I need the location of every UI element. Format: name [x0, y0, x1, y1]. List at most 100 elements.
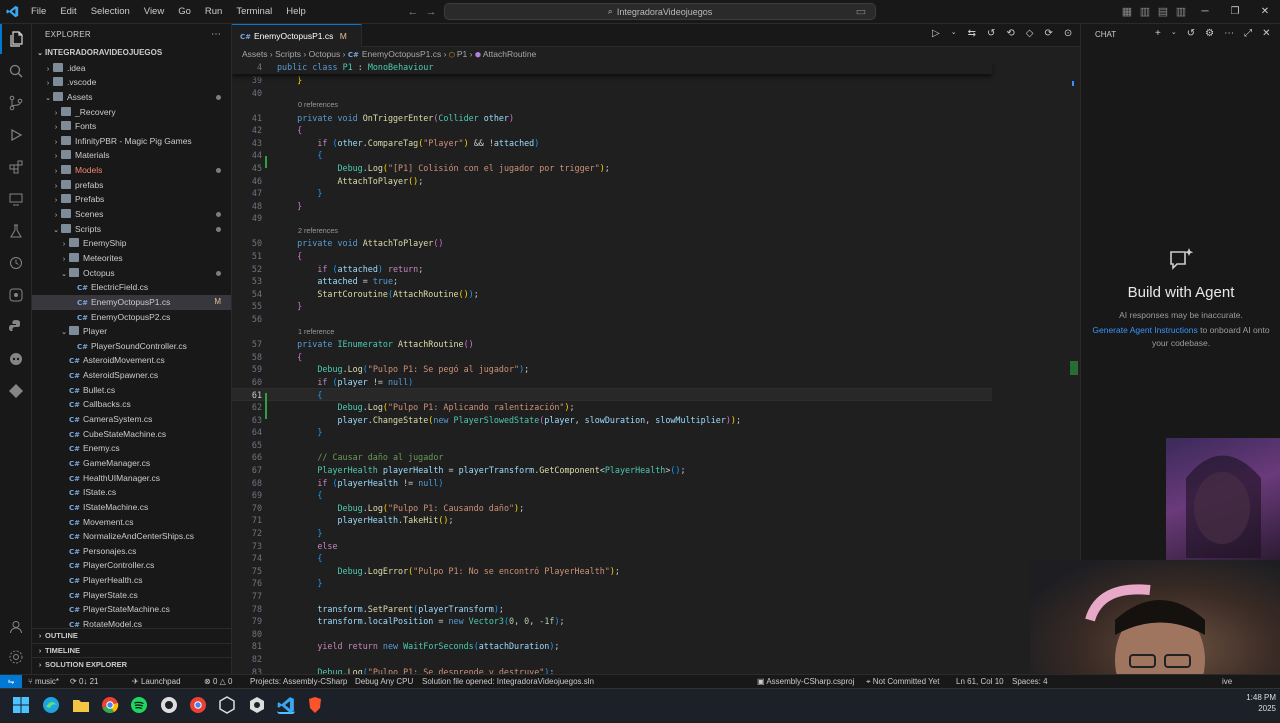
previous-change-icon[interactable]: ⟲ [1006, 28, 1014, 39]
file-item[interactable]: C# IStateMachine.cs [32, 500, 231, 515]
close-window-button[interactable]: ✕ [1250, 0, 1280, 24]
folder-item[interactable]: › _Recovery [32, 105, 231, 120]
run-icon[interactable]: ▷ [932, 28, 940, 39]
code-line[interactable]: 79 transform.localPosition = new Vector3… [232, 615, 992, 628]
explorer-files-icon[interactable] [0, 24, 32, 54]
git-history-icon[interactable] [0, 248, 32, 278]
maximize-panel-icon[interactable]: ⤢ [1244, 28, 1252, 39]
solution-explorer-section[interactable]: › SOLUTION EXPLORER [32, 657, 231, 672]
menu-selection[interactable]: Selection [84, 0, 137, 24]
revert-icon[interactable]: ↺ [987, 28, 995, 39]
testing-flask-icon[interactable] [0, 216, 32, 246]
code-line[interactable]: 70 Debug.Log("Pulpo P1: Causando daño"); [232, 502, 992, 515]
code-line[interactable]: 54 StartCoroutine(AttachRoutine()); [232, 288, 992, 301]
toggle-panel-icon[interactable]: ▤ [1154, 3, 1172, 21]
chevron-down-icon[interactable]: ⌄ [1171, 28, 1177, 39]
code-line[interactable]: 49 [232, 212, 992, 225]
folder-item[interactable]: › Scenes [32, 207, 231, 222]
code-line[interactable]: 48 } [232, 200, 992, 213]
code-line[interactable]: 81 yield return new WaitForSeconds(attac… [232, 640, 992, 653]
toggle-primary-sidebar-icon[interactable]: ▥ [1136, 3, 1154, 21]
code-line[interactable]: 52 if (attached) return; [232, 263, 992, 276]
code-line[interactable]: 50 private void AttachToPlayer() [232, 237, 992, 250]
code-line[interactable]: 61 { [232, 388, 992, 401]
projects-indicator[interactable]: Projects: Assembly-CSharp [250, 675, 347, 689]
folder-item[interactable]: › EnemyShip [32, 236, 231, 251]
search-icon[interactable] [0, 56, 32, 86]
vscode-taskbar-icon[interactable] [277, 696, 295, 714]
folder-item[interactable]: › Materials [32, 148, 231, 163]
code-line[interactable]: 53 attached = true; [232, 275, 992, 288]
outline-section[interactable]: › OUTLINE [32, 628, 231, 643]
sync-indicator[interactable]: ⟳ 0↓ 21 [70, 675, 99, 689]
breadcrumb-item[interactable]: AttachRoutine [483, 49, 536, 59]
code-line[interactable]: 39 } [232, 74, 992, 87]
code-line[interactable]: 77 [232, 590, 992, 603]
code-line[interactable]: 47 } [232, 187, 992, 200]
folder-item[interactable]: › InfinityPBR - Magic Pig Games [32, 134, 231, 149]
explorer-root-folder[interactable]: ⌄ INTEGRADORAVIDEOJUEGOS [32, 46, 231, 61]
maximize-button[interactable]: ❐ [1220, 0, 1250, 24]
file-item[interactable]: C# Callbacks.cs [32, 397, 231, 412]
menu-file[interactable]: File [24, 0, 53, 24]
new-chat-icon[interactable]: + [1155, 28, 1161, 39]
menu-help[interactable]: Help [279, 0, 313, 24]
file-item[interactable]: C# CubeStateMachine.cs [32, 427, 231, 442]
tab-enemyoctopusp1[interactable]: C#EnemyOctopusP1.cs M ✕ [232, 24, 362, 64]
blame-indicator[interactable]: ⌖ Not Committed Yet [866, 675, 939, 689]
remote-explorer-icon[interactable] [0, 184, 32, 214]
source-control-icon[interactable] [0, 88, 32, 118]
code-editor[interactable]: 4 public class P1 : MonoBehaviour 39 } 40 0… [232, 61, 1080, 674]
python-icon[interactable] [0, 312, 32, 342]
menu-view[interactable]: View [137, 0, 171, 24]
file-item[interactable]: C# PlayerController.cs [32, 558, 231, 573]
code-line[interactable]: 66 // Causar daño al jugador [232, 451, 992, 464]
folder-item[interactable]: › .vscode [32, 75, 231, 90]
menu-edit[interactable]: Edit [53, 0, 83, 24]
code-line[interactable]: 46 AttachToPlayer(); [232, 175, 992, 188]
file-item[interactable]: C# AsteroidSpawner.cs [32, 368, 231, 383]
code-line[interactable]: 60 if (player != null) [232, 376, 992, 389]
code-line[interactable]: 62 Debug.Log("Pulpo P1: Aplicando ralent… [232, 401, 992, 414]
chrome-profile-icon[interactable] [189, 696, 207, 714]
brave-icon[interactable] [306, 696, 324, 714]
problems-indicator[interactable]: ⊗ 0 △ 0 [204, 675, 232, 689]
csproj-indicator[interactable]: ▣ Assembly-CSharp.csproj [757, 675, 854, 689]
code-line[interactable]: 75 Debug.LogError("Pulpo P1: No se encon… [232, 565, 992, 578]
spotify-icon[interactable] [130, 696, 148, 714]
command-center-search[interactable]: ⌕ IntegradoraVideojuegos [444, 3, 876, 20]
status-item-partial[interactable]: ive [1222, 675, 1232, 689]
accounts-icon[interactable] [0, 612, 32, 642]
file-explorer-icon[interactable] [72, 696, 90, 714]
code-line[interactable]: 72 } [232, 527, 992, 540]
minimize-button[interactable]: ─ [1190, 0, 1220, 24]
file-item[interactable]: C# ElectricField.cs [32, 280, 231, 295]
copilot-icon[interactable] [0, 344, 32, 374]
breadcrumb-item[interactable]: Octopus [309, 49, 341, 59]
file-item[interactable]: C# Movement.cs [32, 515, 231, 530]
forward-arrow-icon[interactable]: → [422, 3, 440, 21]
folder-item[interactable]: › Fonts [32, 119, 231, 134]
code-line[interactable]: 82 [232, 653, 992, 666]
file-item[interactable]: C# EnemyOctopusP2.cs [32, 310, 231, 325]
code-line[interactable]: 64 } [232, 426, 992, 439]
gitlens-icon[interactable] [0, 376, 32, 406]
breadcrumb-item[interactable]: P1 [457, 49, 467, 59]
folder-item[interactable]: › Models [32, 163, 231, 178]
folder-item[interactable]: ⌄ Player [32, 324, 231, 339]
code-line[interactable]: 67 PlayerHealth playerHealth = playerTra… [232, 464, 992, 477]
sticky-scroll-line[interactable]: 4 public class P1 : MonoBehaviour [232, 61, 992, 74]
compare-changes-icon[interactable]: ⇆ [968, 28, 976, 39]
code-line[interactable]: 40 [232, 87, 992, 100]
windows-start-icon[interactable] [12, 696, 30, 714]
menu-run[interactable]: Run [198, 0, 229, 24]
file-item[interactable]: C# PlayerHealth.cs [32, 573, 231, 588]
file-item[interactable]: C# PlayerStateMachine.cs [32, 602, 231, 617]
more-actions-icon[interactable]: ⋯ [211, 29, 221, 40]
next-change-icon[interactable]: ⟳ [1044, 28, 1052, 39]
code-line[interactable]: 51 { [232, 250, 992, 263]
code-line[interactable]: 83 Debug.Log("Pulpo P1: Se desprende y d… [232, 666, 992, 674]
folder-item[interactable]: ⌄ Assets [32, 90, 231, 105]
chrome-icon[interactable] [101, 696, 119, 714]
toggle-blame-icon[interactable]: ⊙ [1064, 28, 1072, 39]
